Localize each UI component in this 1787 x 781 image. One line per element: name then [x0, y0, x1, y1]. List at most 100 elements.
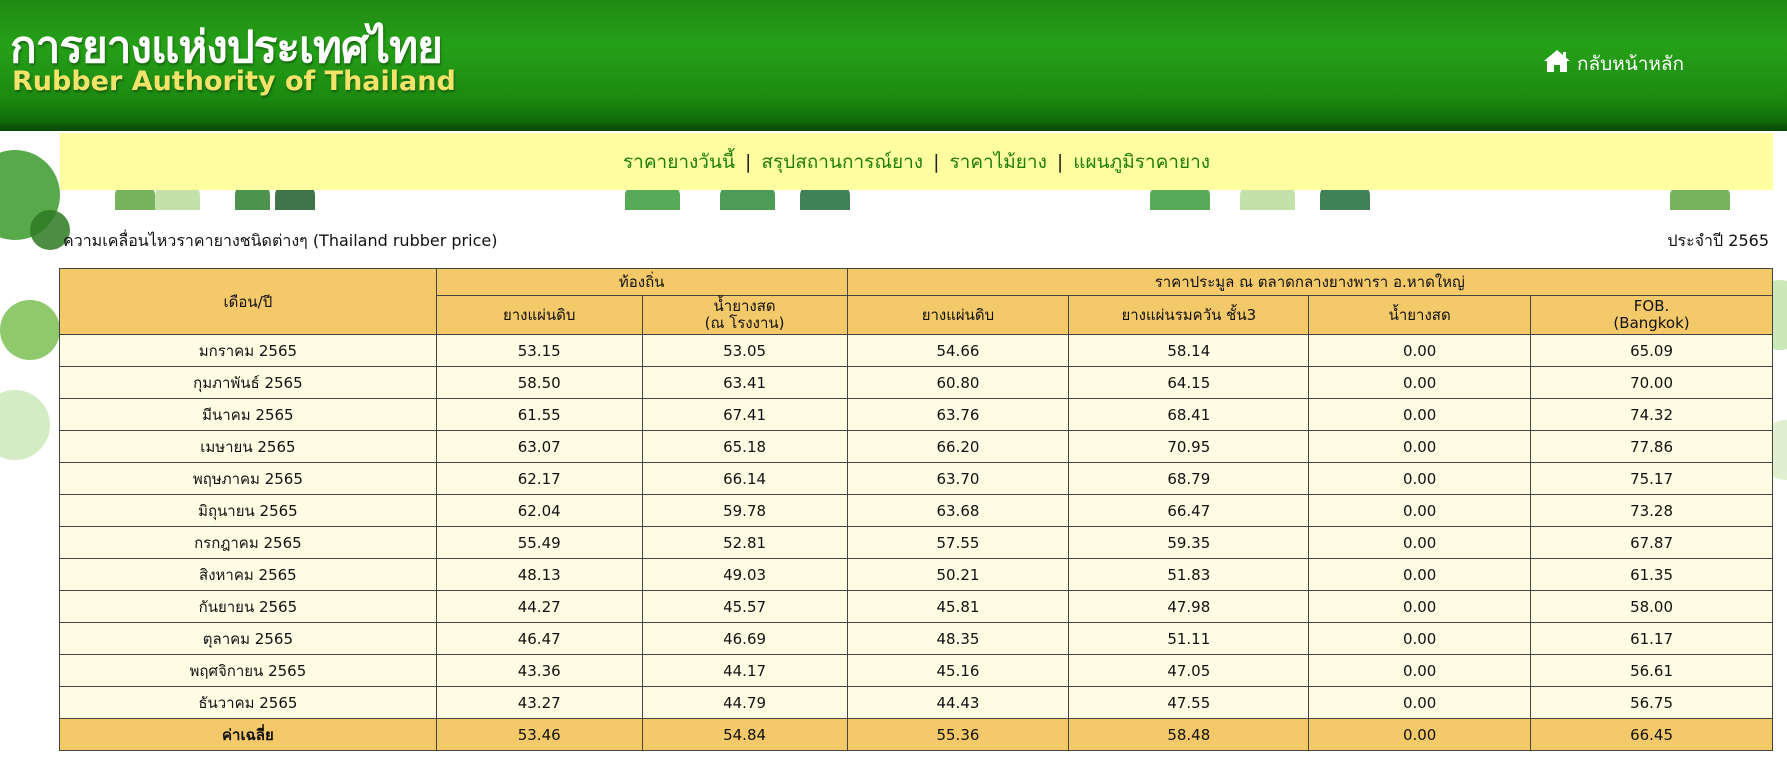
price-cell: 61.35: [1530, 558, 1773, 591]
price-cell: 67.41: [641, 398, 848, 431]
price-cell: 0.00: [1308, 526, 1532, 559]
price-cell: 56.75: [1530, 686, 1773, 719]
table-row: มิถุนายน 2565 62.04 59.78 63.68 66.47 0.00 73.…: [59, 494, 1773, 527]
price-cell: 59.35: [1068, 526, 1310, 559]
column-header-line1: ยางแผ่นรมควัน ชั้น3: [1121, 305, 1257, 324]
price-cell: 0.00: [1308, 686, 1532, 719]
price-cell: 61.17: [1530, 622, 1773, 655]
price-cell: 74.32: [1530, 398, 1773, 431]
average-row: ค่าเฉลี่ย 53.46 54.84 55.36 58.48 0.00 66.45: [59, 718, 1773, 751]
table-row: กุมภาพันธ์ 2565 58.50 63.41 60.80 64.15 0.00 7…: [59, 366, 1773, 399]
nav-separator: |: [933, 150, 940, 173]
nav-rubberwood-price[interactable]: ราคาไม้ยาง: [949, 147, 1046, 177]
table-caption: ความเคลื่อนไหวราคายางชนิดต่างๆ (Thailand…: [63, 231, 498, 250]
price-cell: 65.09: [1530, 334, 1773, 367]
price-cell: 70.95: [1068, 430, 1310, 463]
average-cell: 58.48: [1068, 718, 1310, 751]
table-row: ตุลาคม 2565 46.47 46.69 48.35 51.11 0.00 61.17: [59, 622, 1773, 655]
column-header-line1: น้ำยางสด: [713, 297, 776, 315]
price-cell: 67.87: [1530, 526, 1773, 559]
average-cell: 55.36: [846, 718, 1070, 751]
column-header: ยางแผ่นดิบ: [435, 295, 643, 335]
month-cell: กันยายน 2565: [59, 590, 437, 623]
column-header: ยางแผ่นรมควัน ชั้น3: [1068, 295, 1310, 335]
table-row: กันยายน 2565 44.27 45.57 45.81 47.98 0.00 58.0…: [59, 590, 1773, 623]
column-header-line1: FOB.: [1633, 297, 1670, 315]
table-row: กรกฎาคม 2565 55.49 52.81 57.55 59.35 0.00 67.8…: [59, 526, 1773, 559]
average-cell: 0.00: [1308, 718, 1532, 751]
column-header: น้ำยางสด (ณ โรงงาน): [641, 295, 848, 335]
price-cell: 51.11: [1068, 622, 1310, 655]
price-cell: 0.00: [1308, 622, 1532, 655]
price-cell: 0.00: [1308, 334, 1532, 367]
price-cell: 58.00: [1530, 590, 1773, 623]
price-cell: 52.81: [641, 526, 848, 559]
column-header-line2: (ณ โรงงาน): [704, 314, 785, 332]
price-cell: 63.68: [846, 494, 1070, 527]
price-cell: 56.61: [1530, 654, 1773, 687]
price-cell: 47.98: [1068, 590, 1310, 623]
site-header: การยางแห่งประเทศไทย Rubber Authority of …: [0, 0, 1787, 131]
local-group-header: ท้องถิ่น: [435, 268, 848, 296]
price-cell: 57.55: [846, 526, 1070, 559]
price-cell: 48.35: [846, 622, 1070, 655]
price-cell: 55.49: [435, 526, 643, 559]
price-cell: 51.83: [1068, 558, 1310, 591]
average-cell: 53.46: [435, 718, 643, 751]
column-header-line2: (Bangkok): [1613, 314, 1690, 332]
table-row: พฤศจิกายน 2565 43.36 44.17 45.16 47.05 0.00 56…: [59, 654, 1773, 687]
price-cell: 0.00: [1308, 462, 1532, 495]
price-cell: 64.15: [1068, 366, 1310, 399]
price-cell: 45.16: [846, 654, 1070, 687]
logo-english-text: Rubber Authority of Thailand: [12, 66, 456, 97]
month-cell: สิงหาคม 2565: [59, 558, 437, 591]
price-cell: 54.66: [846, 334, 1070, 367]
price-cell: 44.43: [846, 686, 1070, 719]
column-header: น้ำยางสด: [1308, 295, 1532, 335]
nav-rubber-situation[interactable]: สรุปสถานการณ์ยาง: [761, 147, 923, 177]
column-header-line1: น้ำยางสด: [1388, 305, 1451, 324]
column-header-line1: ยางแผ่นดิบ: [502, 305, 576, 324]
price-cell: 63.76: [846, 398, 1070, 431]
month-cell: เมษายน 2565: [59, 430, 437, 463]
price-cell: 66.14: [641, 462, 848, 495]
price-cell: 58.50: [435, 366, 643, 399]
rubber-price-table: เดือน/ปี ท้องถิ่น ราคาประมูล ณ ตลาดกลางย…: [59, 268, 1774, 751]
price-cell: 62.17: [435, 462, 643, 495]
price-cell: 63.70: [846, 462, 1070, 495]
price-cell: 43.27: [435, 686, 643, 719]
price-cell: 0.00: [1308, 494, 1532, 527]
price-cell: 46.69: [641, 622, 848, 655]
price-cell: 0.00: [1308, 398, 1532, 431]
price-cell: 70.00: [1530, 366, 1773, 399]
price-cell: 73.28: [1530, 494, 1773, 527]
table-row: มีนาคม 2565 61.55 67.41 63.76 68.41 0.00 74.32: [59, 398, 1773, 431]
nav-separator: |: [1056, 150, 1064, 173]
price-cell: 59.78: [641, 494, 848, 527]
column-header: FOB. (Bangkok): [1530, 295, 1773, 335]
price-cell: 77.86: [1530, 430, 1773, 463]
price-cell: 48.13: [435, 558, 643, 591]
price-cell: 44.27: [435, 590, 643, 623]
average-label: ค่าเฉลี่ย: [59, 718, 437, 751]
nav-today-price[interactable]: ราคายางวันนี้: [623, 147, 735, 177]
price-cell: 75.17: [1530, 462, 1773, 495]
price-cell: 44.17: [641, 654, 848, 687]
average-cell: 54.84: [641, 718, 848, 751]
price-cell: 44.79: [641, 686, 848, 719]
price-cell: 63.07: [435, 430, 643, 463]
price-cell: 0.00: [1308, 558, 1532, 591]
home-link-label: กลับหน้าหลัก: [1577, 52, 1685, 75]
price-cell: 45.57: [641, 590, 848, 623]
price-cell: 47.05: [1068, 654, 1310, 687]
home-link[interactable]: กลับหน้าหลัก: [1543, 48, 1684, 79]
table-row: มกราคม 2565 53.15 53.05 54.66 58.14 0.00 65.09: [59, 334, 1773, 367]
month-header: เดือน/ปี: [59, 268, 437, 335]
price-cell: 60.80: [846, 366, 1070, 399]
nav-price-chart[interactable]: แผนภูมิราคายาง: [1073, 147, 1210, 177]
table-row: สิงหาคม 2565 48.13 49.03 50.21 51.83 0.00 61.3…: [59, 558, 1773, 591]
month-cell: มีนาคม 2565: [59, 398, 437, 431]
price-cell: 47.55: [1068, 686, 1310, 719]
price-cell: 45.81: [846, 590, 1070, 623]
month-cell: พฤษภาคม 2565: [59, 462, 437, 495]
